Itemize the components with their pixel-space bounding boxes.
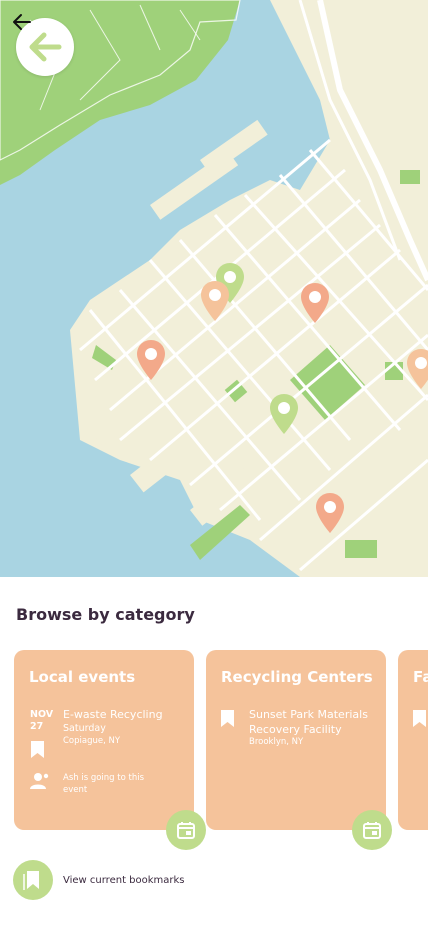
map-pin[interactable] xyxy=(200,280,230,322)
category-card-local-events[interactable]: Local events NOV 27 E-waste Recycling Sa… xyxy=(14,650,194,830)
event-date: NOV 27 xyxy=(30,709,53,733)
category-card-partial[interactable]: Fa xyxy=(398,650,428,830)
event-day-number: 27 xyxy=(30,721,44,732)
event-title[interactable]: E-waste Recycling xyxy=(63,707,163,722)
bookmark-icon[interactable] xyxy=(31,741,44,758)
calendar-icon xyxy=(363,822,381,839)
map-view[interactable] xyxy=(0,0,428,577)
person-icon xyxy=(30,773,49,789)
card-title: Fa xyxy=(413,668,428,686)
arrow-left-icon xyxy=(29,32,62,62)
card-title: Local events xyxy=(29,668,136,686)
arrow-left-icon[interactable] xyxy=(10,10,34,34)
bookmark-icon xyxy=(23,871,39,890)
category-card-recycling-centers[interactable]: Recycling Centers Sunset Park Materials … xyxy=(206,650,386,830)
bookmark-icon[interactable] xyxy=(413,710,426,727)
center-name[interactable]: Sunset Park Materials Recovery Facility xyxy=(249,707,379,737)
map-pin[interactable] xyxy=(315,492,345,534)
view-bookmarks-row[interactable]: View current bookmarks xyxy=(13,860,185,900)
center-location: Brooklyn, NY xyxy=(249,737,304,747)
map-pin[interactable] xyxy=(300,282,330,324)
map-pin[interactable] xyxy=(406,348,428,390)
map-pin[interactable] xyxy=(269,393,299,435)
bookmarks-label[interactable]: View current bookmarks xyxy=(63,875,185,886)
event-location: Copiague, NY xyxy=(63,736,121,746)
calendar-icon xyxy=(177,822,195,839)
section-title: Browse by category xyxy=(16,605,195,624)
event-weekday: Saturday xyxy=(63,723,106,734)
bookmarks-button[interactable] xyxy=(13,860,53,900)
event-month: NOV xyxy=(30,709,54,720)
add-to-calendar-button[interactable] xyxy=(352,810,392,850)
add-to-calendar-button[interactable] xyxy=(166,810,206,850)
attendee-note: Ash is going to this event xyxy=(63,773,145,795)
bookmark-icon[interactable] xyxy=(221,710,234,727)
card-title: Recycling Centers xyxy=(221,668,373,686)
category-carousel[interactable]: Local events NOV 27 E-waste Recycling Sa… xyxy=(14,650,428,830)
map-pin[interactable] xyxy=(136,339,166,381)
browse-sheet: Browse by category Local events NOV 27 E… xyxy=(0,577,428,926)
